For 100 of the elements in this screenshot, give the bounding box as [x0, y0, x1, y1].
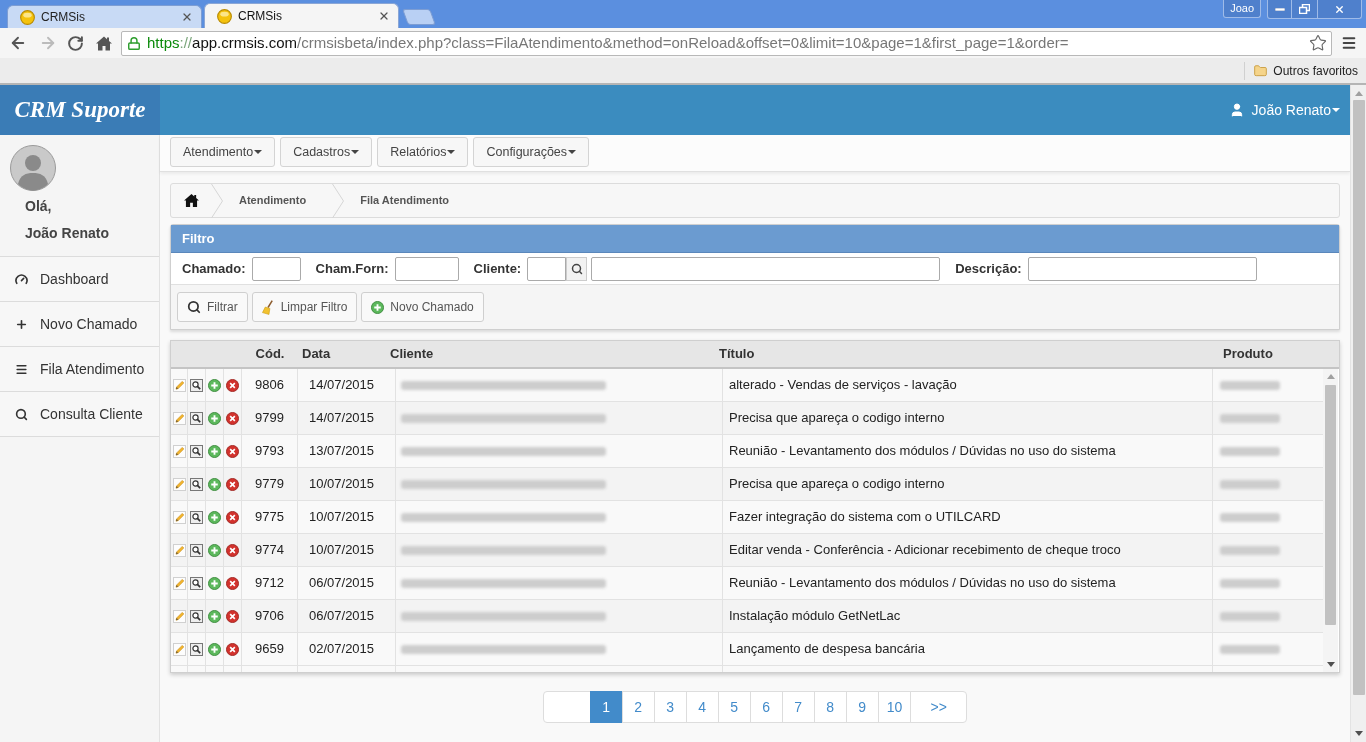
input-field[interactable] [251, 256, 301, 281]
delete-circle-icon[interactable] [226, 543, 239, 557]
magnifier-page-icon[interactable] [190, 576, 203, 590]
url-text: https://app.crmsis.com/crmsisbeta/index.php?class=FilaAtendimento&method=onReload&offset=0&limit=10&page=1&first_page=1&order= [147, 32, 1069, 53]
table-cell-text: 9799 [255, 409, 284, 428]
magnifier-page-icon[interactable] [190, 378, 203, 392]
menu-button[interactable]: Atendimento [170, 137, 276, 167]
column-header[interactable]: Cód. [255, 344, 285, 364]
scrollbar-thumb[interactable] [1325, 385, 1336, 625]
delete-circle-icon[interactable] [226, 477, 239, 491]
page-link[interactable]: 10 [877, 691, 912, 723]
page-link[interactable]: 2 [621, 691, 655, 723]
close-icon[interactable] [378, 10, 390, 22]
delete-circle-icon[interactable] [226, 378, 239, 392]
plus-circle-icon[interactable] [208, 576, 221, 590]
menu-icon [15, 362, 28, 376]
magnifier-page-icon[interactable] [190, 642, 203, 656]
delete-circle-icon[interactable] [226, 609, 239, 623]
user-menu-button[interactable]: João Renato [1228, 99, 1340, 121]
magnifier-page-icon[interactable] [190, 411, 203, 425]
page-link[interactable]: 8 [813, 691, 847, 723]
magnifier-page-icon[interactable] [190, 609, 203, 623]
menu-button[interactable]: Relatórios [377, 137, 469, 167]
search-button[interactable] [566, 256, 588, 281]
close-icon[interactable] [181, 11, 193, 23]
plus-circle-icon[interactable] [208, 411, 221, 425]
plus-circle-icon [371, 300, 385, 314]
star-icon[interactable] [1309, 34, 1327, 52]
table-cell-text: 06/07/2015 [309, 574, 375, 593]
scroll-down-arrow-icon[interactable] [1354, 731, 1363, 736]
delete-circle-icon[interactable] [226, 642, 239, 656]
home-icon[interactable] [183, 194, 199, 207]
next-page-link[interactable]: >> [910, 691, 968, 723]
page-link[interactable]: 3 [653, 691, 687, 723]
menu-button[interactable]: Cadastros [280, 137, 373, 167]
table-cell-text: 02/07/2015 [309, 640, 375, 659]
blurred-text [1220, 512, 1280, 522]
caret-icon [254, 150, 263, 154]
magnifier-page-icon[interactable] [190, 543, 203, 557]
delete-circle-icon[interactable] [226, 510, 239, 524]
browser-tab[interactable]: CRMSis [204, 3, 399, 28]
magnifier-page-icon[interactable] [190, 510, 203, 524]
pagination-blank-item[interactable] [542, 691, 591, 723]
browser-tab[interactable]: CRMSis [7, 5, 202, 28]
close-button[interactable] [1318, 0, 1362, 19]
filter-action-button[interactable]: Limpar Filtro [251, 292, 358, 322]
page-link[interactable]: 4 [685, 691, 719, 723]
page-link[interactable]: 6 [749, 691, 783, 723]
page-link[interactable]: 5 [717, 691, 751, 723]
column-header[interactable]: Cliente [390, 346, 434, 362]
menu-button[interactable]: Configurações [473, 137, 590, 167]
plus-circle-icon[interactable] [208, 378, 221, 392]
new-tab-button[interactable] [402, 9, 436, 25]
address-bar[interactable]: https://app.crmsis.com/crmsisbeta/index.php?class=FilaAtendimento&method=onReload&offset=0&limit=10&page=1&first_page=1&order= [121, 30, 1332, 56]
reload-icon[interactable] [67, 34, 84, 52]
breadcrumb-link[interactable]: Fila Atendimento [346, 192, 464, 209]
column-header[interactable]: Data [302, 346, 331, 362]
table-cell-text: Editar venda - Conferência - Adicionar recebimento de cheque troco [729, 541, 1121, 560]
table-cell-text: Fazer integração do sistema com o UTILCARD [729, 508, 1001, 527]
user-name: João Renato [25, 224, 110, 243]
plus-circle-icon[interactable] [208, 444, 221, 458]
page-link[interactable]: 1 [589, 691, 623, 723]
input-field[interactable] [591, 256, 941, 281]
plus-circle-icon[interactable] [208, 477, 221, 491]
favicon-icon [217, 8, 232, 24]
plus-circle-icon[interactable] [208, 609, 221, 623]
plus-circle-icon[interactable] [208, 510, 221, 524]
delete-circle-icon[interactable] [226, 576, 239, 590]
menu-icon[interactable] [1341, 35, 1357, 51]
delete-circle-icon[interactable] [226, 411, 239, 425]
breadcrumb-link[interactable]: Atendimento [225, 192, 321, 209]
forward-arrow-icon[interactable] [39, 34, 57, 52]
table-cell-text: 9806 [255, 376, 284, 395]
input-field[interactable] [1027, 256, 1257, 281]
scroll-up-arrow-icon[interactable] [1326, 374, 1335, 379]
delete-circle-icon[interactable] [226, 444, 239, 458]
plus-circle-icon[interactable] [208, 543, 221, 557]
filter-action-button[interactable]: Filtrar [177, 292, 248, 322]
restore-button[interactable] [1292, 0, 1318, 19]
caret-icon [568, 150, 577, 154]
page-link[interactable]: 9 [845, 691, 879, 723]
minimize-button[interactable] [1267, 0, 1292, 19]
column-header[interactable]: Produto [1223, 346, 1273, 362]
plus-circle-icon[interactable] [208, 642, 221, 656]
scroll-up-arrow-icon[interactable] [1354, 91, 1363, 96]
magnifier-page-icon[interactable] [190, 477, 203, 491]
scrollbar-thumb[interactable] [1352, 100, 1365, 695]
filter-action-button[interactable]: Novo Chamado [361, 292, 484, 322]
column-header[interactable]: Título [719, 346, 755, 362]
home-icon[interactable] [96, 35, 112, 51]
close-icon [1334, 3, 1345, 15]
blurred-text [1220, 479, 1280, 489]
input-field[interactable] [527, 256, 567, 281]
page-link[interactable]: 7 [781, 691, 815, 723]
bookmark-folder[interactable]: Outros favoritos [1253, 61, 1358, 80]
table-cell-text: Reunião - Levantamento dos módulos / Dúvidas no uso do sistema [729, 442, 1116, 461]
magnifier-page-icon[interactable] [190, 444, 203, 458]
input-field[interactable] [394, 256, 459, 281]
profile-button[interactable]: Joao [1223, 0, 1261, 18]
scroll-down-arrow-icon[interactable] [1326, 662, 1335, 667]
